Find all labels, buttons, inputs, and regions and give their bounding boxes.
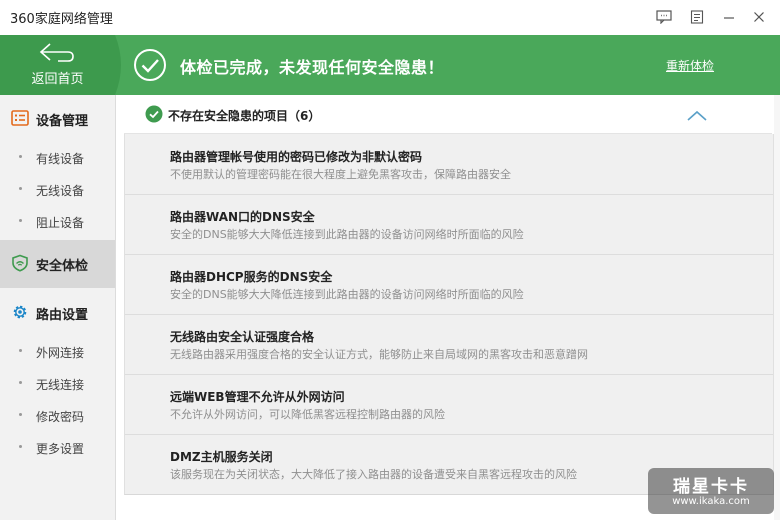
sidebar: 设备管理 有线设备 无线设备 阻止设备 安全体检 路由设置 外网连接 无线连接 … xyxy=(0,95,116,520)
watermark-logo: 瑞星卡卡 www.ikaka.com xyxy=(648,468,774,514)
chevron-up-icon[interactable] xyxy=(686,107,708,126)
list-item: 远端WEB管理不允许从外网访问 不允许从外网访问，可以降低黑客远程控制路由器的风… xyxy=(125,374,773,435)
section-header[interactable]: 不存在安全隐患的项目（6） xyxy=(124,95,772,134)
sidebar-item-wired-devices[interactable]: 有线设备 xyxy=(0,142,115,172)
check-circle-icon xyxy=(145,105,163,127)
section-title: 不存在安全隐患的项目（6） xyxy=(168,109,321,123)
check-items-list: 路由器管理帐号使用的密码已修改为非默认密码 不使用默认的管理密码能在很大程度上避… xyxy=(124,134,774,495)
title-bar: 360家庭网络管理 xyxy=(0,0,780,35)
minimize-icon[interactable] xyxy=(718,6,740,28)
main-panel: 不存在安全隐患的项目（6） 路由器管理帐号使用的密码已修改为非默认密码 不使用默… xyxy=(116,95,780,520)
list-item: 路由器DHCP服务的DNS安全 安全的DNS能够大大降低连接到此路由器的设备访问… xyxy=(125,254,773,315)
sidebar-item-label: 安全体检 xyxy=(36,259,89,274)
bullet xyxy=(19,219,22,222)
back-arrow-icon xyxy=(38,41,76,69)
back-home-button[interactable]: 返回首页 xyxy=(0,35,115,95)
sidebar-item-label: 无线连接 xyxy=(36,378,85,392)
item-title: DMZ主机服务关闭 xyxy=(170,450,273,464)
sidebar-item-label: 设备管理 xyxy=(36,114,89,129)
item-description: 安全的DNS能够大大降低连接到此路由器的设备访问网络时所面临的风险 xyxy=(170,288,524,301)
sidebar-item-blocked-devices[interactable]: 阻止设备 xyxy=(0,206,115,236)
scan-result-message: 体检已完成，未发现任何安全隐患！ xyxy=(180,58,445,77)
list-item: 路由器管理帐号使用的密码已修改为非默认密码 不使用默认的管理密码能在很大程度上避… xyxy=(125,134,773,195)
item-title: 远端WEB管理不允许从外网访问 xyxy=(170,390,345,404)
scrollbar[interactable] xyxy=(774,95,780,520)
close-icon[interactable] xyxy=(748,6,770,28)
sidebar-item-wireless-devices[interactable]: 无线设备 xyxy=(0,174,115,204)
bullet xyxy=(19,349,22,352)
bullet xyxy=(19,445,22,448)
sidebar-item-device-mgmt[interactable]: 设备管理 xyxy=(0,95,115,143)
sidebar-item-wan-connection[interactable]: 外网连接 xyxy=(0,336,115,366)
window-title: 360家庭网络管理 xyxy=(10,12,113,27)
list-item: 路由器WAN口的DNS安全 安全的DNS能够大大降低连接到此路由器的设备访问网络… xyxy=(125,194,773,255)
item-description: 不使用默认的管理密码能在很大程度上避免黑客攻击，保障路由器安全 xyxy=(170,168,511,181)
watermark-url: www.ikaka.com xyxy=(672,496,750,507)
bullet xyxy=(19,155,22,158)
banner-divider xyxy=(115,35,121,95)
sidebar-item-change-password[interactable]: 修改密码 xyxy=(0,400,115,430)
feedback-icon[interactable] xyxy=(653,6,675,28)
item-description: 不允许从外网访问，可以降低黑客远程控制路由器的风险 xyxy=(170,408,445,421)
sidebar-item-label: 外网连接 xyxy=(36,346,85,360)
sidebar-item-router-settings[interactable]: 路由设置 xyxy=(0,289,115,337)
item-title: 路由器DHCP服务的DNS安全 xyxy=(170,270,333,284)
item-title: 无线路由安全认证强度合格 xyxy=(170,330,315,344)
list-item: 无线路由安全认证强度合格 无线路由器采用强度合格的安全认证方式，能够防止来自局域… xyxy=(125,314,773,375)
item-description: 安全的DNS能够大大降低连接到此路由器的设备访问网络时所面临的风险 xyxy=(170,228,524,241)
sidebar-item-more-settings[interactable]: 更多设置 xyxy=(0,432,115,462)
device-list-icon xyxy=(11,109,29,131)
sidebar-item-label: 无线设备 xyxy=(36,184,85,198)
watermark-name: 瑞星卡卡 xyxy=(673,477,749,497)
bullet xyxy=(19,413,22,416)
sidebar-item-security-check[interactable]: 安全体检 xyxy=(0,240,115,288)
sidebar-item-label: 路由设置 xyxy=(36,308,89,323)
menu-icon[interactable] xyxy=(686,6,708,28)
item-title: 路由器管理帐号使用的密码已修改为非默认密码 xyxy=(170,150,423,164)
bullet xyxy=(19,187,22,190)
shield-icon xyxy=(11,254,29,276)
item-title: 路由器WAN口的DNS安全 xyxy=(170,210,315,224)
item-description: 该服务现在为关闭状态，大大降低了接入路由器的设备遭受来自黑客远程攻击的风险 xyxy=(170,468,577,481)
back-home-label: 返回首页 xyxy=(31,72,84,87)
sidebar-item-wireless-connection[interactable]: 无线连接 xyxy=(0,368,115,398)
sidebar-item-label: 修改密码 xyxy=(36,410,85,424)
sidebar-item-label: 阻止设备 xyxy=(36,216,85,230)
bullet xyxy=(19,381,22,384)
gear-icon xyxy=(11,303,29,325)
sidebar-item-label: 更多设置 xyxy=(36,442,85,456)
recheck-link[interactable]: 重新体检 xyxy=(666,57,714,74)
sidebar-item-label: 有线设备 xyxy=(36,152,85,166)
item-description: 无线路由器采用强度合格的安全认证方式，能够防止来自局域网的黑客攻击和恶意蹭网 xyxy=(170,348,588,361)
check-circle-icon xyxy=(133,48,167,86)
